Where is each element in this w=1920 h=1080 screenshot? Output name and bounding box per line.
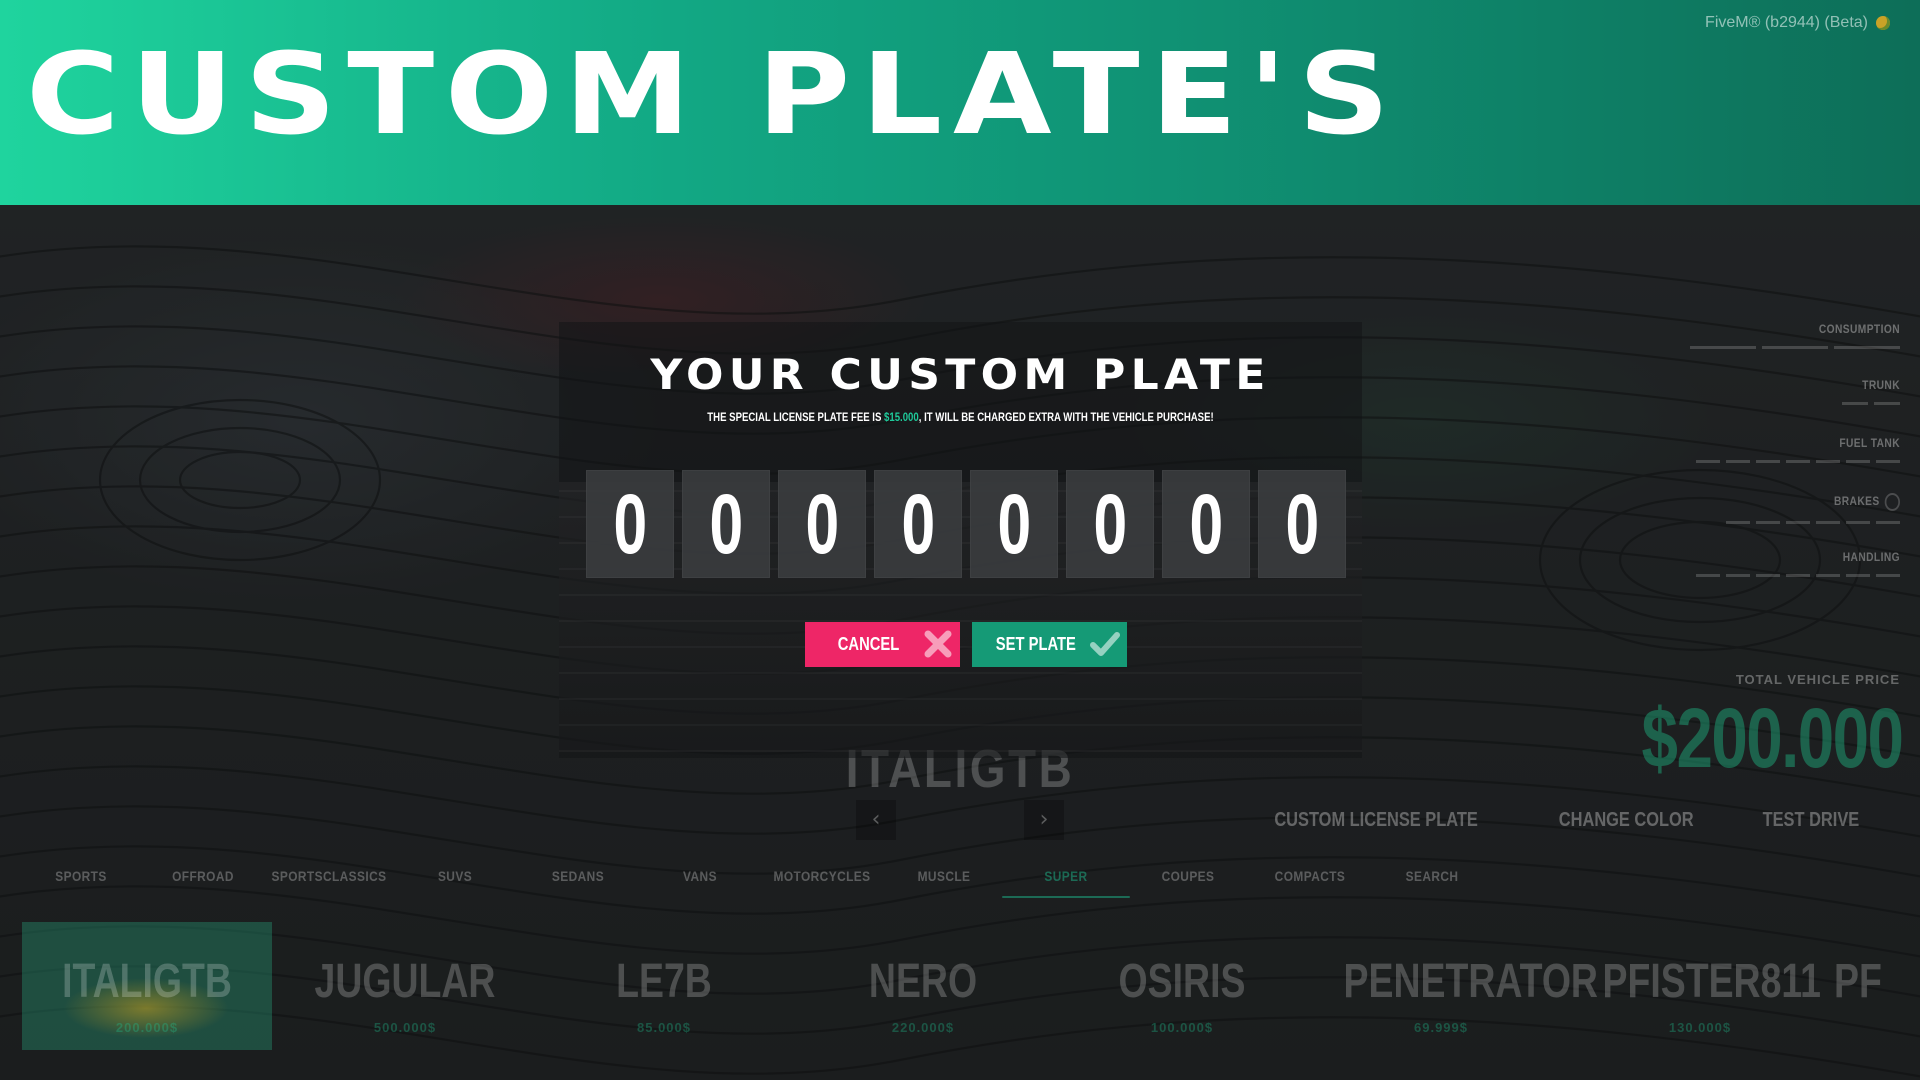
plate-digit-input[interactable]: 0 (682, 470, 770, 578)
cancel-label: CANCEL (837, 634, 900, 654)
custom-license-plate-button[interactable]: CUSTOM LICENSE PLATE (1274, 805, 1478, 836)
chevron-left-icon[interactable]: ‹ (856, 800, 896, 840)
vehicle-card-name: ITALIGTB (62, 955, 232, 1008)
tab-search[interactable]: SEARCH (1368, 868, 1496, 896)
banner-title: CUSTOM PLATE'S (26, 28, 1401, 160)
tab-vans[interactable]: VANS (636, 868, 764, 896)
tab-super[interactable]: SUPER (1002, 868, 1130, 898)
test-drive-button[interactable]: TEST DRIVE (1763, 805, 1860, 836)
plate-digit-input[interactable]: 0 (1066, 470, 1154, 578)
vehicle-card-name: NERO (868, 955, 978, 1008)
close-icon (924, 630, 952, 658)
stat-bar (1690, 346, 1900, 349)
vehicle-card-price: 130.000$ (1668, 1020, 1732, 1035)
stat-bar (1842, 402, 1900, 405)
vehicle-list: ITALIGTB 200.000$ JUGULAR 500.000$ LE7B … (0, 922, 1920, 1052)
tab-sports[interactable]: SPORTS (17, 868, 145, 896)
plate-digit-value: 0 (613, 476, 647, 571)
client-version: FiveM® (b2944) (Beta) (1705, 14, 1890, 32)
chevron-right-icon[interactable]: › (1024, 800, 1064, 840)
plate-digit-value: 0 (901, 476, 935, 571)
custom-plate-modal: YOUR CUSTOM PLATE THE SPECIAL LICENSE PL… (559, 322, 1362, 758)
stat-consumption: CONSUMPTION (1690, 322, 1900, 349)
tab-motorcycles[interactable]: MOTORCYCLES (758, 868, 886, 896)
vehicle-card-price: 85.000$ (637, 1020, 691, 1035)
total-price-label: TOTAL VEHICLE PRICE (1735, 672, 1900, 687)
modal-subtitle: THE SPECIAL LICENSE PLATE FEE IS $15.000… (639, 410, 1281, 424)
plate-digit-value: 0 (997, 476, 1031, 571)
client-version-label: FiveM® (b2944) (Beta) (1705, 14, 1868, 31)
plate-fee: $15.000 (884, 410, 919, 424)
vehicle-card[interactable]: ITALIGTB 200.000$ (22, 922, 272, 1050)
subtitle-text: THE SPECIAL LICENSE PLATE FEE IS (707, 410, 885, 424)
vehicle-card-price: 69.999$ (1414, 1020, 1468, 1035)
stat-label: TRUNK (1862, 378, 1900, 392)
set-plate-button[interactable]: SET PLATE (972, 622, 1127, 667)
plate-digit-value: 0 (1189, 476, 1223, 571)
plate-digit-input[interactable]: 0 (586, 470, 674, 578)
vehicle-card[interactable]: JUGULAR 500.000$ (280, 922, 530, 1050)
vehicle-card-name: OSIRIS (1118, 955, 1246, 1008)
title-banner: CUSTOM PLATE'S FiveM® (b2944) (Beta) (0, 0, 1920, 205)
plate-digit-value: 0 (1285, 476, 1319, 571)
vehicle-card[interactable]: OSIRIS 100.000$ (1057, 922, 1307, 1050)
plate-digit-input[interactable]: 0 (1162, 470, 1250, 578)
tab-coupes[interactable]: COUPES (1124, 868, 1252, 896)
stat-label: FUEL TANK (1839, 436, 1900, 450)
stat-brakes: BRAKES (1726, 493, 1900, 524)
vehicle-card[interactable]: LE7B 85.000$ (539, 922, 789, 1050)
tab-offroad[interactable]: OFFROAD (139, 868, 267, 896)
vehicle-card[interactable]: PF (1834, 922, 1920, 1050)
stat-bar (1696, 574, 1900, 577)
stat-label: HANDLING (1842, 550, 1900, 564)
tab-compacts[interactable]: COMPACTS (1246, 868, 1374, 896)
vehicle-actions: CUSTOM LICENSE PLATE CHANGE COLOR TEST D… (1252, 805, 1870, 836)
category-tabs: SPORTS OFFROAD SPORTSCLASSICS SUVS SEDAN… (0, 868, 1920, 908)
stat-bar (1726, 521, 1900, 524)
stat-handling: HANDLING (1696, 550, 1900, 577)
vehicle-card-price: 500.000$ (373, 1020, 437, 1035)
vehicle-card-price: 220.000$ (891, 1020, 955, 1035)
stat-fuel-tank: FUEL TANK (1696, 436, 1900, 463)
subtitle-text-end: , IT WILL BE CHARGED EXTRA WITH THE VEHI… (918, 410, 1214, 424)
tab-sedans[interactable]: SEDANS (514, 868, 642, 896)
plate-digit-value: 0 (1093, 476, 1127, 571)
plate-digit-value: 0 (709, 476, 743, 571)
vehicle-card[interactable]: PENETRATOR 69.999$ (1316, 922, 1598, 1050)
plate-digit-input[interactable]: 0 (970, 470, 1058, 578)
plate-digit-input[interactable]: 0 (1258, 470, 1346, 578)
plate-digit-input[interactable]: 0 (778, 470, 866, 578)
tab-suvs[interactable]: SUVS (391, 868, 519, 896)
vehicle-card-price: 200.000$ (115, 1020, 179, 1035)
vehicle-card-price: 100.000$ (1150, 1020, 1214, 1035)
stat-label: BRAKES (1752, 493, 1900, 511)
plate-digit-input[interactable]: 0 (874, 470, 962, 578)
fivem-logo-icon (1876, 16, 1890, 30)
vehicle-card[interactable]: NERO 220.000$ (798, 922, 1048, 1050)
vehicle-card-name: PFISTER811 (1602, 955, 1821, 1008)
plate-digit-value: 0 (805, 476, 839, 571)
modal-buttons: CANCEL SET PLATE (805, 622, 1127, 667)
set-plate-label: SET PLATE (995, 634, 1076, 654)
vehicle-card-name: PF (1834, 955, 1882, 1008)
vehicle-card-name: PENETRATOR (1343, 955, 1598, 1008)
stat-label-text: BRAKES (1833, 494, 1880, 509)
vehicle-card[interactable]: PFISTER811 130.000$ (1575, 922, 1825, 1050)
cancel-button[interactable]: CANCEL (805, 622, 960, 667)
vehicle-card-name: JUGULAR (314, 955, 496, 1008)
vehicle-card-name: LE7B (616, 955, 712, 1008)
tab-sportsclassics[interactable]: SPORTSCLASSICS (265, 868, 393, 896)
stat-trunk: TRUNK (1842, 378, 1900, 405)
stat-bar (1696, 460, 1900, 463)
stat-label: CONSUMPTION (1818, 322, 1900, 336)
change-color-button[interactable]: CHANGE COLOR (1559, 805, 1694, 836)
check-icon (1090, 632, 1120, 656)
plate-digit-inputs: 0 0 0 0 0 0 0 0 (586, 470, 1346, 578)
brake-icon (1884, 493, 1900, 511)
modal-title: YOUR CUSTOM PLATE (650, 350, 1271, 399)
tab-muscle[interactable]: MUSCLE (880, 868, 1008, 896)
